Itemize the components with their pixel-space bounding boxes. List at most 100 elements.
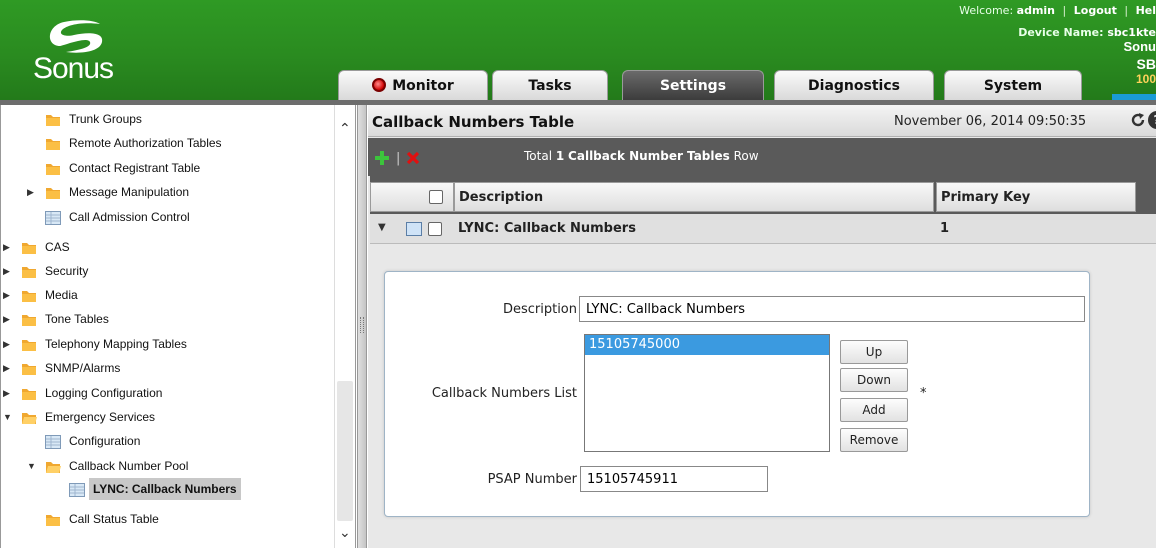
sidebar-item-label: Contact Registrant Table [69, 161, 201, 175]
device-name: Device Name: sbc1kte [1018, 26, 1156, 39]
row-table-icon [406, 222, 422, 236]
sidebar-item-callback-number-pool[interactable]: ▼ Callback Number Pool [27, 455, 347, 477]
splitter-grip-icon[interactable] [360, 317, 364, 333]
sidebar-item-label: Message Manipulation [69, 185, 190, 199]
help-icon[interactable]: ? [1148, 111, 1156, 129]
refresh-icon[interactable] [1130, 112, 1146, 128]
sonus-logo: Sonus [18, 6, 128, 90]
sidebar-item-remote-authorization-tables[interactable]: Remote Authorization Tables [27, 132, 347, 154]
column-header-primary-key[interactable]: Primary Key [936, 182, 1136, 212]
sidebar-item-lync-callback-numbers[interactable]: LYNC: Callback Numbers [51, 478, 355, 500]
folder-icon [21, 361, 37, 375]
callback-numbers-list-label: Callback Numbers List [431, 386, 577, 401]
remove-number-button[interactable]: Remove [840, 428, 908, 452]
tab-tasks[interactable]: Tasks [492, 70, 608, 100]
folder-icon [45, 512, 61, 526]
folder-icon [21, 240, 37, 254]
collapsed-arrow-icon[interactable]: ▶ [3, 382, 17, 404]
scrollbar-thumb[interactable] [337, 381, 353, 521]
folder-icon [45, 112, 61, 126]
sidebar-item-label: Call Admission Control [69, 210, 190, 224]
row-description: LYNC: Callback Numbers [458, 221, 636, 236]
sidebar-item-label: Media [45, 288, 78, 302]
logout-link[interactable]: Logout [1074, 4, 1117, 17]
sidebar-item-label: LYNC: Callback Numbers [89, 478, 241, 500]
sidebar-item-snmp-alarms[interactable]: ▶ SNMP/Alarms [3, 357, 323, 379]
delete-icon[interactable] [406, 151, 420, 165]
select-all-column [370, 182, 454, 212]
sidebar-item-media[interactable]: ▶ Media [3, 284, 323, 306]
sidebar-item-telephony-mapping-tables[interactable]: ▶ Telephony Mapping Tables [3, 333, 323, 355]
sidebar-item-call-status-table[interactable]: Call Status Table [27, 508, 347, 530]
tab-system[interactable]: System [944, 70, 1082, 100]
sidebar-item-configuration[interactable]: Configuration [27, 430, 347, 452]
sonus-logo-mark-icon [49, 20, 103, 53]
description-label: Description [502, 302, 577, 317]
table-toolbar: | Total 1 Callback Number Tables Row [368, 138, 1156, 176]
sidebar-item-label: Trunk Groups [69, 112, 142, 126]
sidebar-item-call-admission-control[interactable]: Call Admission Control [27, 206, 347, 228]
select-all-checkbox[interactable] [429, 190, 443, 204]
logo-text: Sonus [32, 52, 114, 85]
row-detail-form: Description Callback Numbers List 151057… [384, 271, 1090, 517]
sidebar-scrollbar[interactable]: ⌃ ⌄ [334, 105, 354, 548]
sidebar-item-trunk-groups[interactable]: Trunk Groups [27, 108, 347, 130]
tab-settings[interactable]: Settings [622, 70, 764, 100]
sidebar-item-security[interactable]: ▶ Security [3, 260, 323, 282]
folder-icon [21, 288, 37, 302]
required-marker: * [920, 386, 927, 401]
folder-icon [45, 161, 61, 175]
welcome-prefix: Welcome: [959, 4, 1014, 17]
tab-monitor[interactable]: Monitor [338, 70, 488, 100]
device-name-value: sbc1kte [1107, 26, 1156, 39]
collapsed-arrow-icon[interactable]: ▶ [27, 181, 41, 203]
collapsed-arrow-icon[interactable]: ▶ [3, 357, 17, 379]
row-primary-key: 1 [940, 221, 950, 236]
folder-open-icon [21, 410, 37, 424]
folder-open-icon [45, 459, 61, 473]
scroll-down-icon[interactable]: ⌄ [339, 525, 351, 541]
callback-numbers-list[interactable]: 15105745000 [584, 334, 830, 452]
sidebar-item-contact-registrant-table[interactable]: Contact Registrant Table [27, 157, 347, 179]
panel-splitter[interactable] [357, 105, 367, 548]
folder-icon [45, 185, 61, 199]
expanded-arrow-icon[interactable]: ▼ [3, 406, 17, 428]
collapsed-arrow-icon[interactable]: ▶ [3, 284, 17, 306]
help-link[interactable]: Hel [1136, 4, 1156, 17]
sidebar-item-label: Emergency Services [45, 410, 156, 424]
sidebar-item-logging-configuration[interactable]: ▶ Logging Configuration [3, 382, 323, 404]
sidebar-item-emergency-services[interactable]: ▼ Emergency Services [3, 406, 323, 428]
move-down-button[interactable]: Down [840, 368, 908, 392]
folder-icon [21, 386, 37, 400]
collapsed-arrow-icon[interactable]: ▶ [3, 308, 17, 330]
row-checkbox[interactable] [428, 222, 442, 236]
list-item[interactable]: 15105745000 [585, 335, 829, 355]
sidebar-item-label: Call Status Table [69, 512, 159, 526]
sidebar-item-cas[interactable]: ▶ CAS [3, 236, 323, 258]
collapsed-arrow-icon[interactable]: ▶ [3, 260, 17, 282]
row-expand-icon[interactable]: ▼ [378, 222, 386, 233]
collapsed-arrow-icon[interactable]: ▶ [3, 236, 17, 258]
psap-number-field[interactable] [580, 466, 768, 492]
header-links: Welcome: admin | Logout | Hel [959, 4, 1156, 17]
total-rows-text: Total 1 Callback Number Tables Row [524, 149, 759, 163]
table-icon [45, 210, 61, 225]
move-up-button[interactable]: Up [840, 340, 908, 364]
expanded-arrow-icon[interactable]: ▼ [27, 455, 41, 477]
title-bar: Callback Numbers Table November 06, 2014… [368, 105, 1156, 137]
sidebar-item-message-manipulation[interactable]: ▶ Message Manipulation [27, 181, 347, 203]
sidebar-item-label: Tone Tables [45, 312, 109, 326]
description-field[interactable] [579, 296, 1085, 322]
monitor-status-icon [372, 77, 387, 92]
sidebar-item-tone-tables[interactable]: ▶ Tone Tables [3, 308, 323, 330]
scroll-up-icon[interactable]: ⌃ [339, 121, 351, 137]
folder-icon [21, 312, 37, 326]
column-header-description[interactable]: Description [454, 182, 934, 212]
tab-diagnostics[interactable]: Diagnostics [774, 70, 934, 100]
add-number-button[interactable]: Add [840, 398, 908, 422]
table-row[interactable]: ▼ LYNC: Callback Numbers 1 [370, 214, 1156, 244]
add-icon[interactable] [374, 150, 390, 166]
product-brand: Sonu SB 100 [1123, 39, 1156, 86]
sidebar-item-label: Security [45, 264, 89, 278]
collapsed-arrow-icon[interactable]: ▶ [3, 333, 17, 355]
